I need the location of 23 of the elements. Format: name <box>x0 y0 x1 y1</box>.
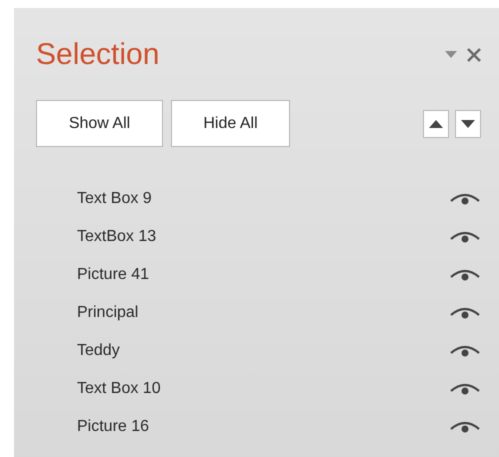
dropdown-arrow-icon[interactable] <box>445 51 457 59</box>
down-triangle-icon <box>461 120 475 128</box>
eye-icon[interactable] <box>449 268 481 282</box>
eye-icon[interactable] <box>449 306 481 320</box>
pane-title: Selection <box>36 38 160 72</box>
selection-item[interactable]: Teddy <box>77 342 120 360</box>
selection-item[interactable]: Picture 16 <box>77 418 150 436</box>
close-icon[interactable] <box>467 48 481 62</box>
selection-item[interactable]: TextBox 13 <box>77 228 156 246</box>
selection-item[interactable]: Text Box 9 <box>77 190 152 208</box>
eye-icon[interactable] <box>449 382 481 396</box>
eye-icon[interactable] <box>449 192 481 206</box>
selection-item[interactable]: Picture 41 <box>77 266 150 284</box>
selection-item[interactable]: Text Box 10 <box>77 380 161 398</box>
eye-icon[interactable] <box>449 420 481 434</box>
eye-icon[interactable] <box>449 344 481 358</box>
up-triangle-icon <box>429 120 443 128</box>
selection-item[interactable]: Principal <box>77 304 138 322</box>
toolbar-button[interactable]: Show All <box>36 100 163 147</box>
eye-icon[interactable] <box>449 230 481 244</box>
toolbar-button[interactable]: Hide All <box>171 100 290 147</box>
move-down-button[interactable] <box>455 110 481 138</box>
move-up-button[interactable] <box>423 110 449 138</box>
